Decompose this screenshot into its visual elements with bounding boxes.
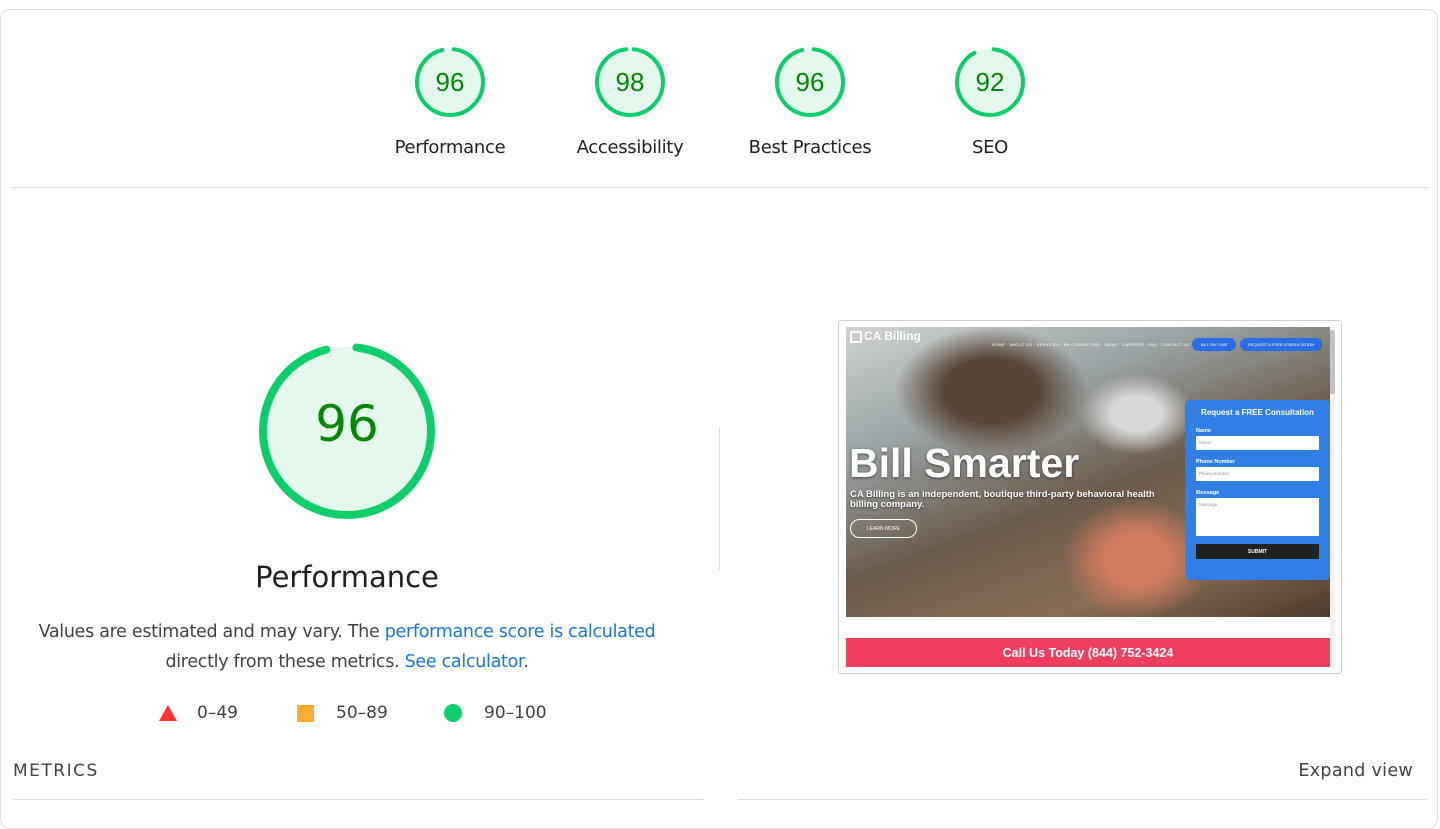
performance-title: Performance xyxy=(255,560,439,594)
legend-range: 50–89 xyxy=(336,703,388,723)
gauge-score: 96 xyxy=(435,67,465,97)
gauge-score: 92 xyxy=(975,67,1005,97)
consultation-form: Request a FREE Consultation Name Name Ph… xyxy=(1185,400,1330,580)
gauge-label: SEO xyxy=(971,137,1009,158)
legend-average: 50–89 xyxy=(297,703,388,723)
bill-pay-button: BILL PAY CMS xyxy=(1192,338,1236,351)
performance-description: Values are estimated and may vary. The p… xyxy=(0,617,694,677)
gauge-label: Performance xyxy=(394,137,506,158)
legend-range: 90–100 xyxy=(484,703,547,723)
consultation-button: REQUEST A FREE CONSULTATION xyxy=(1240,338,1322,351)
circle-pass-icon xyxy=(444,704,462,722)
logo-cross-icon xyxy=(850,331,862,343)
square-average-icon xyxy=(297,704,314,722)
form-title: Request a FREE Consultation xyxy=(1201,408,1314,417)
hero-headline: Bill Smarter xyxy=(849,440,1080,486)
submit-button: SUBMIT xyxy=(1196,544,1319,559)
form-label: Phone Number xyxy=(1196,459,1236,465)
gauge-label: Best Practices xyxy=(748,137,872,158)
learn-more-button: LEARN MORE xyxy=(850,519,917,538)
expand-view-link[interactable]: Expand view xyxy=(1298,761,1413,781)
form-label: Message xyxy=(1196,490,1220,496)
scrollbar-thumb xyxy=(1330,330,1335,394)
score-calculated-link[interactable]: performance score is calculated xyxy=(385,622,656,642)
legend-fail: 0–49 xyxy=(159,703,238,723)
gauge-accessibility[interactable]: 98 Accessibility xyxy=(550,45,710,158)
gauge-score: 98 xyxy=(615,67,645,97)
triangle-fail-icon xyxy=(159,705,177,721)
divider xyxy=(738,799,1427,800)
divider xyxy=(13,799,703,800)
form-label: Name xyxy=(1196,428,1211,434)
divider xyxy=(13,187,1427,188)
phone-field: Phone Number xyxy=(1196,467,1319,481)
see-calculator-link[interactable]: See calculator xyxy=(405,652,524,672)
description-text: . xyxy=(523,652,529,672)
call-bar: Call Us Today (844) 752-3424 xyxy=(846,638,1330,667)
gauge-best-practices[interactable]: 96 Best Practices xyxy=(730,45,890,158)
message-field: Message xyxy=(1196,498,1319,536)
gauge-label: Accessibility xyxy=(576,137,684,158)
gauge-score: 96 xyxy=(795,67,825,97)
gauge-seo[interactable]: 92 SEO xyxy=(910,45,1070,158)
performance-gauge: 96 xyxy=(256,340,438,522)
site-nav: HOME · ABOUT US · SERVICES · BH CONSULTI… xyxy=(992,342,1191,347)
description-text: Values are estimated and may vary. The xyxy=(38,622,385,642)
logo-text: CA Billing xyxy=(864,329,921,343)
legend-range: 0–49 xyxy=(197,703,238,723)
hero-subtext: CA Billing is an independent, boutique t… xyxy=(850,489,1155,510)
legend-pass: 90–100 xyxy=(444,703,547,723)
vertical-divider xyxy=(719,427,720,570)
description-text: directly from these metrics. xyxy=(165,652,405,672)
metrics-heading: METRICS xyxy=(13,761,99,781)
performance-score: 96 xyxy=(315,395,379,453)
category-gauges: 96 Performance 98 Accessibility 96 Best … xyxy=(0,45,1440,165)
gauge-performance[interactable]: 96 Performance xyxy=(370,45,530,158)
site-logo: CA Billing xyxy=(850,329,921,343)
score-legend: 0–49 50–89 90–100 xyxy=(0,703,694,729)
name-field: Name xyxy=(1196,436,1319,450)
